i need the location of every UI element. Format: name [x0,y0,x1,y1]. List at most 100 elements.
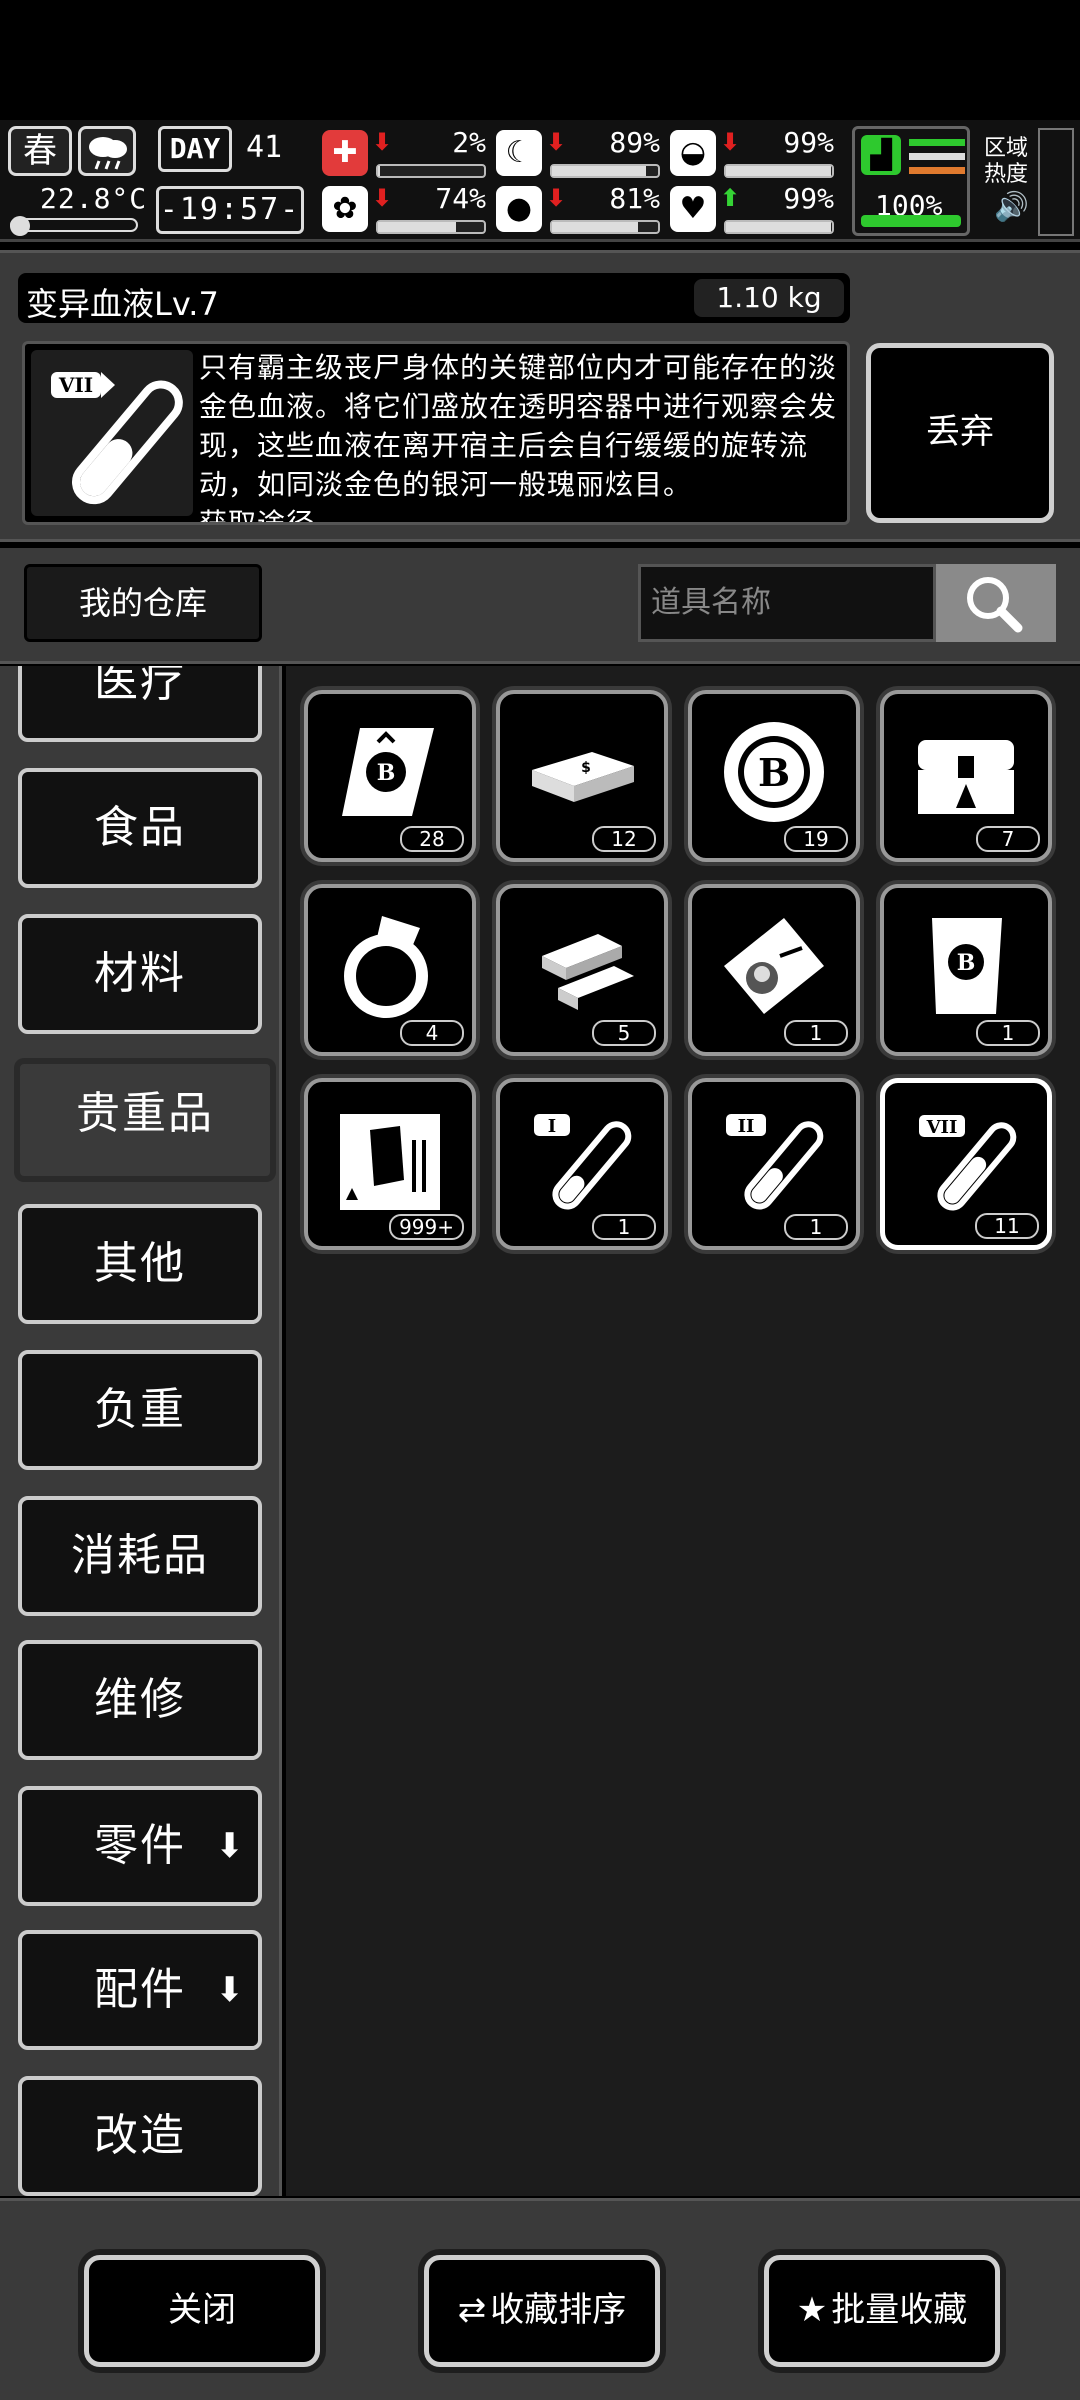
item-slot[interactable]: $ 12 [496,690,668,862]
svg-text:B: B [758,750,790,795]
item-slot[interactable]: I 1 [496,1078,668,1250]
item-count: 1 [592,1214,656,1240]
day-label: DAY [158,126,232,172]
svg-text:II: II [738,1116,755,1137]
category-sidebar[interactable]: 医疗 食品 材料 贵重品 其他 负重 消耗品 维修 零件 ⬇ 配件 ⬇ 改造 [0,666,282,2196]
warehouse-header: 我的仓库 [0,548,1080,664]
temperature-readout: 22.8°C [40,182,148,215]
item-slot[interactable]: B 1 [880,884,1052,1056]
item-info-panel: 变异血液Lv.7 1.10 kg VII 只有霸主级丧尸身体的关键部位内才可能存… [0,250,1080,542]
mood-bar [376,220,486,234]
water-drop-icon: ● [496,186,542,232]
stomach-icon: ☾ [496,130,542,176]
item-count: 12 [592,826,656,852]
side-panel-toggle[interactable] [1038,128,1074,236]
sanity-stat: ◒ ⬇ 99% [670,126,838,182]
blood-vial-7-icon: VII [919,1115,1017,1211]
sort-favorites-button[interactable]: ⇄ 收藏排序 [424,2255,660,2367]
scroll-icon: B [342,728,434,816]
stamina-bar [861,215,961,227]
thirst-stat: ● ⬇ 81% [496,182,664,238]
boot-icon: ▟ [861,135,901,175]
brain-icon: ✿ [322,186,368,232]
svg-text:B: B [957,950,976,976]
speaker-icon[interactable]: 🔊 [994,190,1029,223]
item-slot[interactable]: II 1 [688,1078,860,1250]
season-indicator: 春 [8,126,72,176]
svg-text:I: I [548,1116,556,1137]
svg-text:VII: VII [58,373,93,397]
hunger-stat: ☾ ⬇ 89% [496,126,664,182]
item-slot[interactable]: B 28 [304,690,476,862]
item-name: 变异血液Lv.7 [26,285,219,323]
trend-down-icon: ⬇ [372,128,393,156]
stamina-panel: ▟ 100% [852,126,970,236]
b-voucher-icon: B [932,918,1002,1014]
treasure-chest-icon [918,740,1014,814]
item-slot[interactable]: 4 [304,884,476,1056]
swap-arrows-icon: ⇄ [457,2290,487,2330]
search-icon [967,577,1023,633]
discard-button[interactable]: 丢弃 [866,343,1054,523]
stamina-stripe [909,153,965,160]
category-consumables[interactable]: 消耗品 [18,1496,262,1616]
bottom-action-bar: 关闭 ⇄ 收藏排序 ★ 批量收藏 [0,2198,1080,2400]
item-slot[interactable]: 999+ [304,1078,476,1250]
heart-stat: ♥ ⬆ 99% [670,182,838,238]
arrow-down-icon: ⬇ [215,1970,246,2010]
item-description-box[interactable]: VII 只有霸主级丧尸身体的关键部位内才可能存在的淡金色血液。将它们盛放在透明容… [22,341,850,525]
item-title-bar: 变异血液Lv.7 1.10 kg [18,273,850,323]
stamina-stripe [909,139,965,146]
category-valuables[interactable]: 贵重品 [14,1058,276,1182]
item-weight: 1.10 kg [694,279,844,317]
blood-vial-7-icon: VII [31,350,193,516]
trend-down-icon: ⬇ [720,128,741,156]
item-count: 4 [400,1020,464,1046]
batch-favorite-button[interactable]: ★ 批量收藏 [764,2255,1000,2367]
item-slot[interactable]: 1 [688,884,860,1056]
thermometer-icon [10,216,138,236]
item-slot[interactable]: B 19 [688,690,860,862]
category-food[interactable]: 食品 [18,768,262,888]
item-slot[interactable]: 7 [880,690,1052,862]
mood-stat: ✿ ⬇ 74% [322,182,490,238]
blood-vial-1-icon: I [534,1114,632,1210]
blood-vial-2-icon: II [726,1114,824,1210]
trend-up-icon: ⬆ [720,184,741,212]
trend-down-icon: ⬇ [372,184,393,212]
svg-text:VII: VII [926,1117,958,1138]
game-clock: -19:57- [156,186,304,234]
medkit-icon: ✚ [322,130,368,176]
item-count: 1 [784,1214,848,1240]
cash-stack-icon: $ [532,752,634,802]
item-count: 28 [400,826,464,852]
item-search-input[interactable] [638,564,936,642]
category-modification[interactable]: 改造 [18,2076,262,2196]
category-materials[interactable]: 材料 [18,914,262,1034]
category-other[interactable]: 其他 [18,1204,262,1324]
ring-icon [344,916,428,1018]
trend-down-icon: ⬇ [546,184,567,212]
status-hud: 春 22.8°C DAY 41 -19:57- ✚ ⬇ 2% ☾ ⬇ 89% ◒… [0,120,1080,242]
stamina-stripe [909,167,965,174]
close-button[interactable]: 关闭 [84,2255,320,2367]
sanity-bar [724,164,834,178]
region-heat-label: 区域 热度 [984,136,1029,187]
zombie-card-icon [340,1114,440,1210]
category-medical[interactable]: 医疗 [18,666,262,742]
weather-cloud-rain-icon [78,126,136,176]
category-accessories[interactable]: 配件 ⬇ [18,1930,262,2050]
category-parts[interactable]: 零件 ⬇ [18,1786,262,1906]
head-icon: ◒ [670,130,716,176]
category-load[interactable]: 负重 [18,1350,262,1470]
b-coin-icon: B [724,722,824,822]
category-repair[interactable]: 维修 [18,1640,262,1760]
health-stat: ✚ ⬇ 2% [322,126,490,182]
stars-icon: ★ [796,2290,828,2330]
thirst-bar [550,220,660,234]
arrow-down-icon: ⬇ [215,1826,246,1866]
item-slot[interactable]: 5 [496,884,668,1056]
item-slot-selected[interactable]: VII 11 [880,1078,1052,1250]
warehouse-title: 我的仓库 [24,564,262,642]
search-button[interactable] [936,564,1056,642]
